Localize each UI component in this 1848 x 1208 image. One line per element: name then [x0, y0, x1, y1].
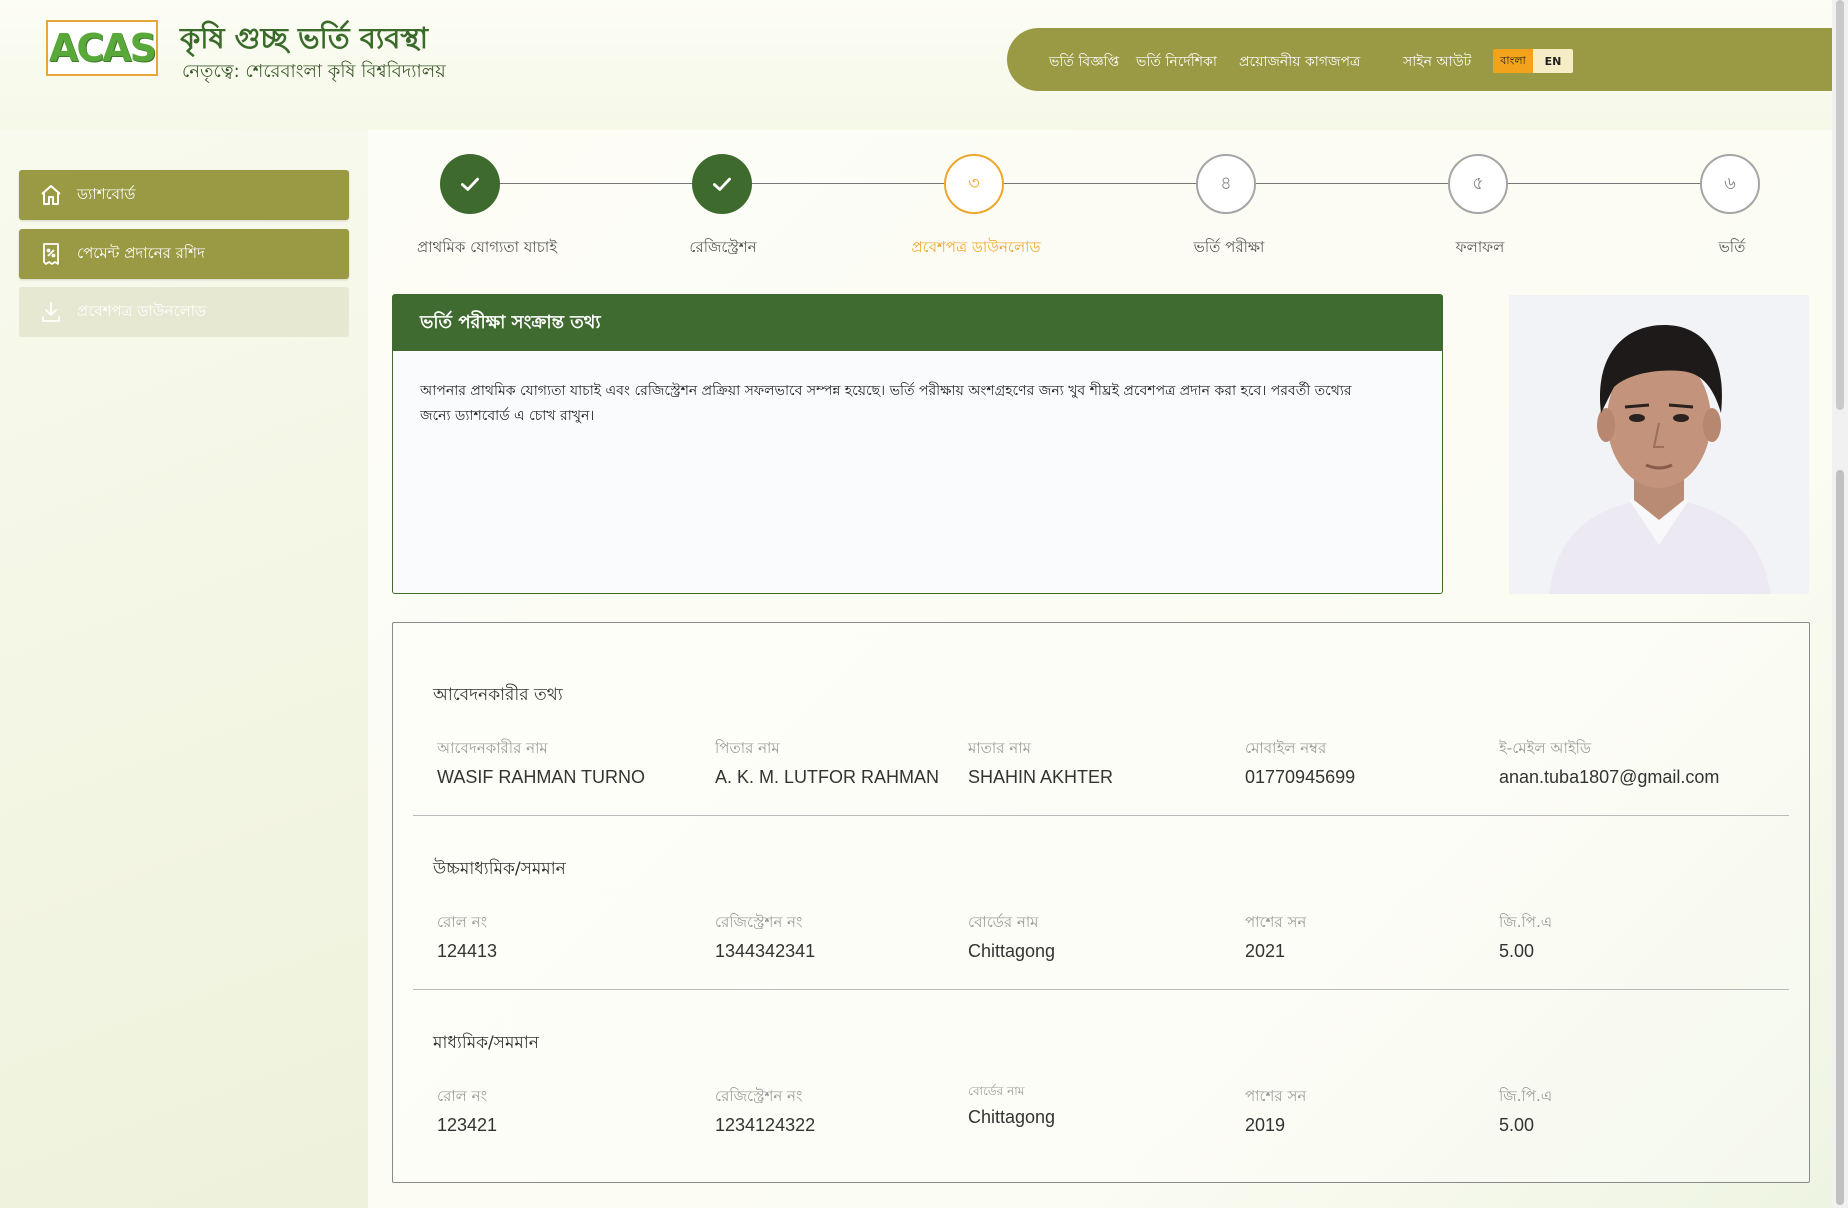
ssc-roll-value: 123421: [437, 1115, 498, 1135]
field-label: বোর্ডের নাম: [968, 1084, 1025, 1098]
hsc-roll-value: 124413: [437, 941, 498, 961]
lang-en-option[interactable]: EN: [1533, 49, 1573, 73]
sidebar-item-label: পেমেন্ট প্রদানের রশিদ: [77, 243, 205, 262]
field-label: রেজিস্ট্রেশন নং: [715, 913, 803, 931]
sidebar-item-payment-receipt[interactable]: পেমেন্ট প্রদানের রশিদ: [19, 229, 349, 279]
logo-text: ACAS: [48, 26, 157, 70]
receipt-icon: [39, 242, 63, 266]
lang-bn-option[interactable]: বাংলা: [1493, 49, 1533, 73]
ssc-passing-year-value: 2019: [1245, 1115, 1286, 1135]
exam-info-body: আপনার প্রাথমিক যোগ্যতা যাচাই এবং রেজিস্ট…: [420, 383, 1352, 424]
sidebar-item-label: ড্যাশবোর্ড: [77, 184, 136, 203]
step-label: প্রবেশপত্র ডাউনলোড: [911, 238, 1041, 256]
ssc-gpa-value: 5.00: [1499, 1115, 1535, 1135]
sidebar-item-dashboard[interactable]: ড্যাশবোর্ড: [19, 170, 349, 220]
field-label: মোবাইল নম্বর: [1245, 739, 1327, 757]
check-icon: [713, 177, 731, 191]
field-label: পাশের সন: [1245, 913, 1307, 931]
section-title-hsc: উচ্চমাধ্যমিক/সমমান: [433, 859, 566, 879]
exam-info-card: ভর্তি পরীক্ষা সংক্রান্ত তথ্য আপনার প্রাথ…: [392, 294, 1443, 594]
field-label: মাতার নাম: [968, 739, 1031, 757]
step-label: প্রাথমিক যোগ্যতা যাচাই: [416, 238, 558, 256]
hsc-board-value: Chittagong: [968, 941, 1056, 961]
field-label: বোর্ডের নাম: [968, 913, 1039, 931]
top-nav: ভর্তি বিজ্ঞপ্তি ভর্তি নির্দেশিকা প্রয়োজ…: [1007, 28, 1832, 91]
app-subtitle: নেতৃত্বে: শেরেবাংলা কৃষি বিশ্ববিদ্যালয়: [182, 61, 446, 82]
mother-name-value: SHAHIN AKHTER: [968, 767, 1114, 787]
step-2-registration: [692, 154, 752, 214]
scrollbar-track-segment: [1836, 0, 1844, 410]
app-header: ACAS কৃষি গুচ্ছ ভর্তি ব্যবস্থা নেতৃত্বে:…: [0, 0, 1832, 130]
scrollbar-thumb[interactable]: [1836, 470, 1844, 1205]
acas-logo[interactable]: ACAS: [46, 20, 158, 76]
field-label: ই-মেইল আইডি: [1499, 739, 1592, 757]
step-6-admission: ৬: [1700, 154, 1760, 214]
field-label: জি.পি.এ: [1499, 1087, 1553, 1105]
check-icon: [461, 177, 479, 191]
field-label: পিতার নাম: [715, 739, 780, 757]
section-divider: [413, 815, 1789, 816]
field-label: রেজিস্ট্রেশন নং: [715, 1087, 803, 1105]
step-4-admission-test: ৪: [1196, 154, 1256, 214]
field-label: রোল নং: [437, 1087, 488, 1105]
home-icon: [39, 183, 63, 207]
step-label: ফলাফল: [1455, 238, 1505, 256]
section-divider: [413, 989, 1789, 990]
field-label: জি.পি.এ: [1499, 913, 1553, 931]
nav-admission-guide[interactable]: ভর্তি নির্দেশিকা: [1136, 50, 1217, 74]
step-label: ভর্তি: [1718, 238, 1746, 256]
mobile-number-value: 01770945699: [1245, 767, 1356, 787]
step-5-result: ৫: [1448, 154, 1508, 214]
section-title-applicant: আবেদনকারীর তথ্য: [433, 685, 563, 705]
ssc-registration-value: 1234124322: [715, 1115, 816, 1135]
nav-sign-out[interactable]: সাইন আউট: [1403, 50, 1471, 74]
field-label: রোল নং: [437, 913, 488, 931]
step-label: ভর্তি পরীক্ষা: [1193, 238, 1265, 256]
page-scrollbar[interactable]: [1832, 0, 1848, 1208]
sidebar-item-admit-card-download: প্রবেশপত্র ডাউনলোড: [19, 287, 349, 337]
step-3-admit-card: ৩: [944, 154, 1004, 214]
download-icon: [39, 300, 63, 324]
applicant-photo: [1509, 295, 1809, 594]
applicant-name-value: WASIF RAHMAN TURNO: [437, 767, 646, 787]
nav-admission-notice[interactable]: ভর্তি বিজ্ঞপ্তি: [1049, 50, 1119, 74]
field-label: পাশের সন: [1245, 1087, 1307, 1105]
hsc-gpa-value: 5.00: [1499, 941, 1535, 961]
sidebar: ড্যাশবোর্ড পেমেন্ট প্রদানের রশিদ প্রবেশপ…: [0, 130, 368, 1208]
section-title-ssc: মাধ্যমিক/সমমান: [433, 1033, 539, 1053]
nav-required-documents[interactable]: প্রয়োজনীয় কাগজপত্র: [1239, 50, 1360, 74]
father-name-value: A. K. M. LUTFOR RAHMAN: [715, 767, 940, 787]
hsc-passing-year-value: 2021: [1245, 941, 1286, 961]
step-label: রেজিস্ট্রেশন: [689, 238, 757, 256]
applicant-details-card: আবেদনকারীর তথ্য আবেদনকারীর নাম WASIF RAH…: [392, 622, 1810, 1183]
step-1-eligibility: [440, 154, 500, 214]
email-value: anan.tuba1807@gmail.com: [1499, 767, 1720, 787]
field-label: আবেদনকারীর নাম: [437, 739, 548, 757]
language-toggle[interactable]: বাংলা EN: [1493, 49, 1573, 73]
sidebar-item-label: প্রবেশপত্র ডাউনলোড: [77, 301, 207, 320]
stepper-line: [470, 183, 1730, 184]
hsc-registration-value: 1344342341: [715, 941, 816, 961]
exam-info-title: ভর্তি পরীক্ষা সংক্রান্ত তথ্য: [393, 295, 1442, 351]
ssc-board-value: Chittagong: [968, 1107, 1056, 1127]
